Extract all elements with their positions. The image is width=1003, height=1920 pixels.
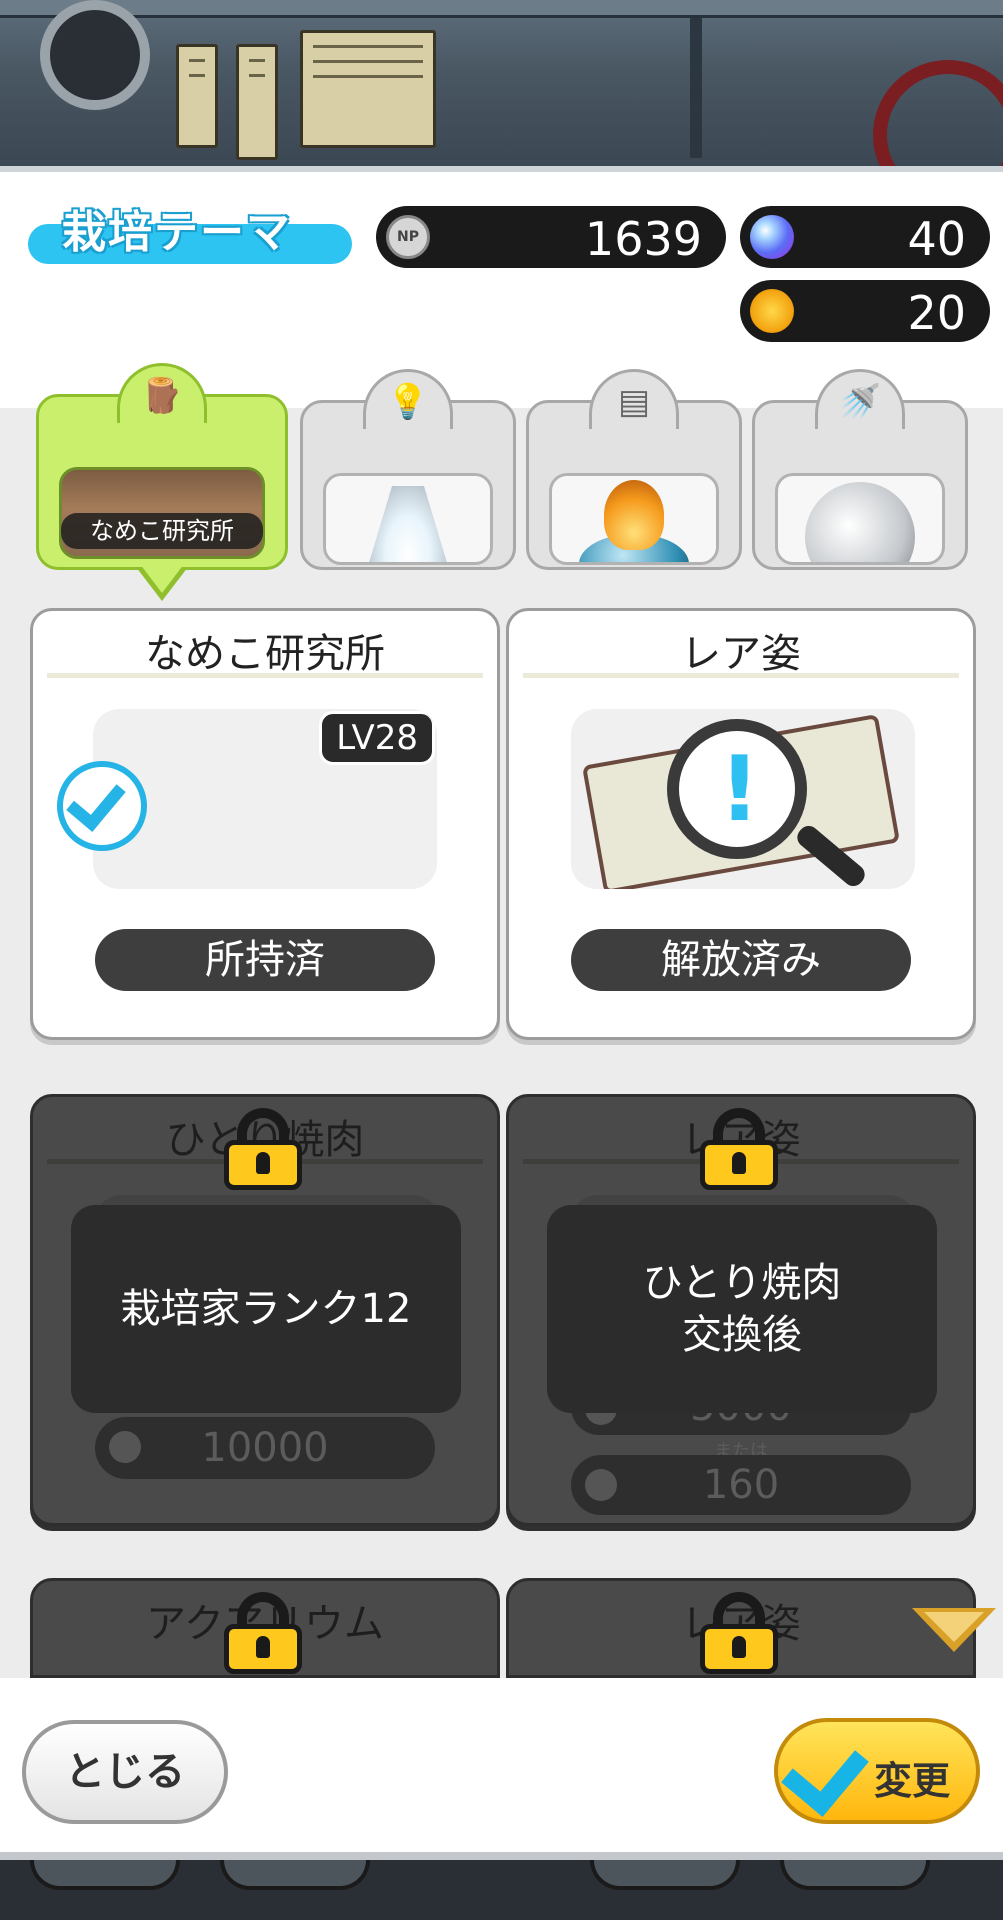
lock-message: ひとり焼肉 交換後 xyxy=(547,1205,937,1413)
tab-heater[interactable]: ▤ xyxy=(526,369,742,570)
tab-shower[interactable]: 🚿 xyxy=(752,369,968,570)
tab-light[interactable]: 💡 xyxy=(300,369,516,570)
status-pill: 所持済 xyxy=(95,929,435,991)
tab-cultivation-theme[interactable]: 🪵 なめこ研究所 xyxy=(36,363,288,601)
wall-note xyxy=(236,44,278,160)
orb-icon xyxy=(585,1469,617,1501)
padlock-icon xyxy=(224,1108,302,1190)
orb-icon xyxy=(750,215,794,259)
shower-head-graphic xyxy=(805,482,915,562)
lock-message-line1: ひとり焼肉 xyxy=(642,1260,842,1306)
card-divider xyxy=(47,673,483,678)
tab-preview xyxy=(323,473,493,565)
wall-poster xyxy=(300,30,436,148)
price-orb-value: 160 xyxy=(702,1462,780,1508)
np-coin-icon: NP xyxy=(386,215,430,259)
card-thumbnail: ! xyxy=(571,709,915,889)
lock-message-line2: 交換後 xyxy=(682,1312,802,1358)
scroll-down-arrow-icon[interactable] xyxy=(912,1608,996,1652)
padlock-icon xyxy=(700,1592,778,1674)
heater-icon: ▤ xyxy=(617,382,651,422)
price-value: 10000 xyxy=(201,1425,329,1471)
lock-message: 栽培家ランク12 xyxy=(71,1205,461,1413)
sun-value: 20 xyxy=(907,286,966,340)
np-value: 1639 xyxy=(584,212,702,266)
wall-note xyxy=(176,44,218,148)
ship-wheel-graphic xyxy=(873,60,1003,172)
orb-counter: 40 xyxy=(740,206,990,268)
np-counter: NP 1639 xyxy=(376,206,726,268)
tab-pointer xyxy=(136,564,188,601)
footer-bar: とじる 変更 xyxy=(0,1678,1003,1852)
price-pill-orb: 160 xyxy=(571,1455,911,1515)
change-button-label: 変更 xyxy=(873,1759,950,1803)
np-coin-icon xyxy=(109,1431,141,1463)
sun-medal-icon xyxy=(750,289,794,333)
tab-preview xyxy=(549,473,719,565)
selected-check-icon xyxy=(57,761,147,851)
lightbulb-icon: 💡 xyxy=(386,382,430,422)
orb-value: 40 xyxy=(907,212,966,266)
wall-beam xyxy=(690,18,702,158)
log-icon: 🪵 xyxy=(140,376,184,416)
change-button[interactable]: 変更 xyxy=(774,1718,980,1824)
tab-caption: なめこ研究所 xyxy=(61,513,263,549)
background-scene xyxy=(0,0,1003,172)
card-title: レア姿 xyxy=(681,631,801,677)
ceiling xyxy=(0,0,1003,18)
flame-graphic xyxy=(604,480,664,550)
checkmark-icon xyxy=(781,1727,869,1817)
theme-card-namekoken[interactable]: なめこ研究所 LV28 所持済 xyxy=(30,608,500,1040)
status-pill: 解放済み xyxy=(571,929,911,991)
exclamation-icon: ! xyxy=(719,737,761,842)
sun-counter: 20 xyxy=(740,280,990,342)
pipe-valve-graphic xyxy=(40,0,150,110)
bottom-scene xyxy=(0,1852,1003,1920)
close-button[interactable]: とじる xyxy=(22,1720,228,1824)
page-title: 栽培テーマ xyxy=(62,207,292,258)
padlock-icon xyxy=(224,1592,302,1674)
price-pill: 10000 xyxy=(95,1417,435,1479)
card-title: なめこ研究所 xyxy=(145,631,385,677)
theme-card-rare[interactable]: レア姿 ! 解放済み xyxy=(506,608,976,1040)
padlock-icon xyxy=(700,1108,778,1190)
lamp-graphic xyxy=(368,486,448,562)
card-divider xyxy=(523,673,959,678)
tab-preview xyxy=(775,473,945,565)
level-badge: LV28 xyxy=(319,711,435,765)
shower-icon: 🚿 xyxy=(838,382,882,422)
